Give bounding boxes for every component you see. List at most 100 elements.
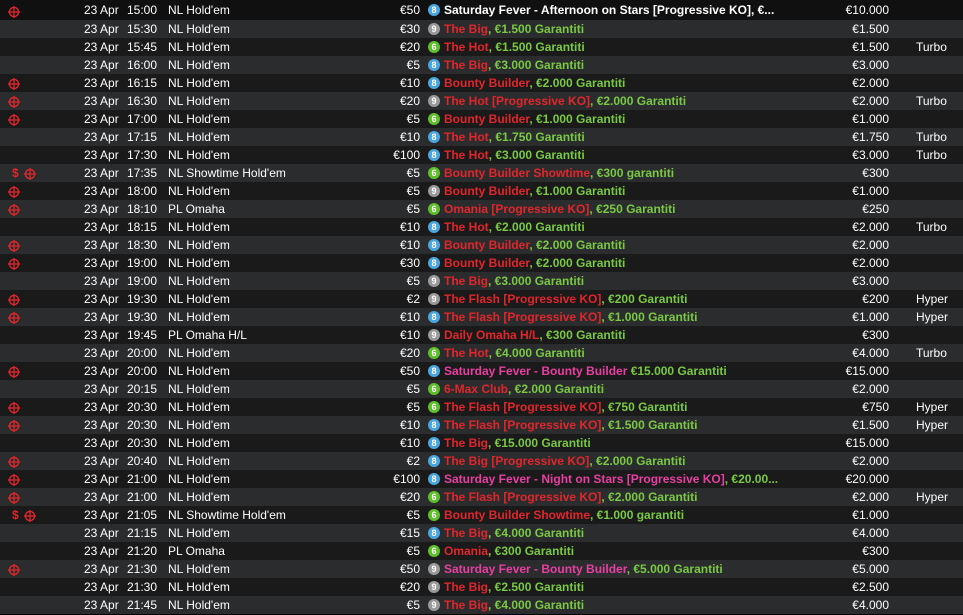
game-cell: NL Hold'em	[168, 526, 230, 540]
flags-cell	[6, 254, 40, 272]
speed-icon: 6	[428, 509, 440, 521]
target-icon	[8, 419, 20, 432]
flags-cell	[6, 578, 40, 596]
tournament-row[interactable]: 23 Apr 21:00 NL Hold'em €20 6 The Flash …	[0, 488, 963, 506]
speed-icon: 8	[428, 77, 440, 89]
date-cell: 23 Apr	[84, 292, 119, 306]
tournament-row[interactable]: 23 Apr 20:40 NL Hold'em €2 8 The Big [Pr…	[0, 452, 963, 470]
tournament-row[interactable]: 23 Apr 21:00 NL Hold'em €100 8 Saturday …	[0, 470, 963, 488]
tournament-row[interactable]: 23 Apr 19:00 NL Hold'em €30 8 Bounty Bui…	[0, 254, 963, 272]
prize-cell: €10.000	[845, 3, 889, 17]
speed-icon: 9	[428, 275, 440, 287]
tournament-row[interactable]: 23 Apr 18:00 NL Hold'em €5 9 Bounty Buil…	[0, 182, 963, 200]
game-cell: NL Hold'em	[168, 238, 230, 252]
prize-cell: €4.000	[852, 346, 889, 360]
type-cell: Turbo	[916, 148, 947, 162]
game-cell: NL Hold'em	[168, 3, 230, 17]
tournament-row[interactable]: 23 Apr 21:15 NL Hold'em €15 8 The Big, €…	[0, 524, 963, 542]
date-cell: 23 Apr	[84, 58, 119, 72]
target-icon	[24, 167, 36, 180]
prize-cell: €2.000	[852, 76, 889, 90]
tournament-row[interactable]: 23 Apr 17:00 NL Hold'em €5 6 Bounty Buil…	[0, 110, 963, 128]
tournament-row[interactable]: 23 Apr 17:30 NL Hold'em €100 8 The Hot, …	[0, 146, 963, 164]
time-cell: 16:00	[127, 58, 158, 72]
dollar-icon: $	[12, 508, 19, 522]
tournament-row[interactable]: 23 Apr 19:30 NL Hold'em €10 8 The Flash …	[0, 308, 963, 326]
speed-icon: 8	[428, 221, 440, 233]
flags-cell	[6, 470, 40, 488]
flags-cell	[6, 488, 40, 506]
tournament-row[interactable]: 23 Apr 21:45 NL Hold'em €5 9 The Big, €4…	[0, 596, 963, 614]
tournament-row[interactable]: 23 Apr 20:00 NL Hold'em €50 8 Saturday F…	[0, 362, 963, 380]
tournament-row[interactable]: 23 Apr 20:00 NL Hold'em €20 6 The Hot, €…	[0, 344, 963, 362]
date-cell: 23 Apr	[84, 472, 119, 486]
tournament-name: The Big, €4.000 Garantiti	[444, 526, 585, 540]
speed-icon: 9	[428, 185, 440, 197]
tournament-row[interactable]: 23 Apr 20:30 NL Hold'em €5 6 The Flash […	[0, 398, 963, 416]
tournament-row[interactable]: 23 Apr 19:45 PL Omaha H/L €10 9 Daily Om…	[0, 326, 963, 344]
game-cell: NL Hold'em	[168, 76, 230, 90]
tournament-name: Bounty Builder, €2.000 Garantiti	[444, 238, 626, 252]
game-cell: NL Hold'em	[168, 184, 230, 198]
tournament-row[interactable]: 23 Apr 19:30 NL Hold'em €2 9 The Flash […	[0, 290, 963, 308]
target-icon	[8, 473, 20, 486]
target-icon	[8, 4, 20, 18]
type-cell: Hyper	[916, 310, 949, 324]
speed-icon: 9	[428, 293, 440, 305]
tournament-name: Saturday Fever - Bounty Builder, €5.000 …	[444, 562, 723, 576]
tournament-row[interactable]: 23 Apr 19:00 NL Hold'em €5 9 The Big, €3…	[0, 272, 963, 290]
tournament-row[interactable]: 23 Apr 15:00 NL Hold'em €50 8 Saturday F…	[0, 0, 963, 20]
game-cell: NL Hold'em	[168, 220, 230, 234]
speed-icon: 6	[428, 41, 440, 53]
tournament-row[interactable]: 23 Apr 18:30 NL Hold'em €10 8 Bounty Bui…	[0, 236, 963, 254]
time-cell: 21:45	[127, 598, 158, 612]
tournament-row[interactable]: 23 Apr 17:15 NL Hold'em €10 8 The Hot, €…	[0, 128, 963, 146]
time-cell: 19:00	[127, 256, 158, 270]
buyin-cell: €30	[399, 256, 420, 270]
date-cell: 23 Apr	[84, 3, 119, 17]
date-cell: 23 Apr	[84, 400, 119, 414]
tournament-row[interactable]: 23 Apr 21:20 PL Omaha €5 6 Omania, €300 …	[0, 542, 963, 560]
tournament-name: The Flash [Progressive KO], €1.500 Garan…	[444, 418, 698, 432]
tournament-row[interactable]: 23 Apr 21:30 NL Hold'em €50 9 Saturday F…	[0, 560, 963, 578]
tournament-row[interactable]: $ 23 Apr 21:05 NL Showtime Hold'em €5 6 …	[0, 506, 963, 524]
target-icon	[8, 185, 20, 198]
game-cell: NL Showtime Hold'em	[168, 508, 286, 522]
time-cell: 19:30	[127, 292, 158, 306]
date-cell: 23 Apr	[84, 526, 119, 540]
tournament-name: Bounty Builder Showtime, €1.000 garantit…	[444, 508, 685, 522]
speed-icon: 8	[428, 473, 440, 485]
game-cell: NL Hold'em	[168, 274, 230, 288]
game-cell: NL Hold'em	[168, 130, 230, 144]
tournament-row[interactable]: 23 Apr 20:30 NL Hold'em €10 8 The Big, €…	[0, 434, 963, 452]
prize-cell: €1.000	[852, 112, 889, 126]
tournament-row[interactable]: $ 23 Apr 17:35 NL Showtime Hold'em €5 6 …	[0, 164, 963, 182]
prize-cell: €3.000	[852, 148, 889, 162]
tournament-row[interactable]: 23 Apr 18:10 PL Omaha €5 6 Omania [Progr…	[0, 200, 963, 218]
date-cell: 23 Apr	[84, 40, 119, 54]
tournament-row[interactable]: 23 Apr 21:30 NL Hold'em €20 9 The Big, €…	[0, 578, 963, 596]
prize-cell: €4.000	[852, 598, 889, 612]
tournament-row[interactable]: 23 Apr 16:15 NL Hold'em €10 8 Bounty Bui…	[0, 74, 963, 92]
buyin-cell: €5	[406, 400, 420, 414]
flags-cell	[6, 326, 40, 344]
flags-cell	[6, 236, 40, 254]
tournament-row[interactable]: 23 Apr 18:15 NL Hold'em €10 8 The Hot, €…	[0, 218, 963, 236]
game-cell: NL Hold'em	[168, 364, 230, 378]
speed-icon: 8	[428, 4, 440, 16]
flags-cell	[6, 218, 40, 236]
tournament-row[interactable]: 23 Apr 15:45 NL Hold'em €20 6 The Hot, €…	[0, 38, 963, 56]
speed-icon: 8	[428, 455, 440, 467]
tournament-row[interactable]: 23 Apr 20:15 NL Hold'em €5 6 6-Max Club,…	[0, 380, 963, 398]
buyin-cell: €5	[406, 544, 420, 558]
date-cell: 23 Apr	[84, 580, 119, 594]
game-cell: NL Hold'em	[168, 436, 230, 450]
tournament-row[interactable]: 23 Apr 16:00 NL Hold'em €5 8 The Big, €3…	[0, 56, 963, 74]
speed-icon: 6	[428, 383, 440, 395]
tournament-row[interactable]: 23 Apr 15:30 NL Hold'em €30 9 The Big, €…	[0, 20, 963, 38]
time-cell: 18:10	[127, 202, 158, 216]
speed-icon: 8	[428, 131, 440, 143]
tournament-row[interactable]: 23 Apr 16:30 NL Hold'em €20 9 The Hot [P…	[0, 92, 963, 110]
tournament-name: The Hot, €3.000 Garantiti	[444, 148, 585, 162]
tournament-row[interactable]: 23 Apr 20:30 NL Hold'em €10 8 The Flash …	[0, 416, 963, 434]
